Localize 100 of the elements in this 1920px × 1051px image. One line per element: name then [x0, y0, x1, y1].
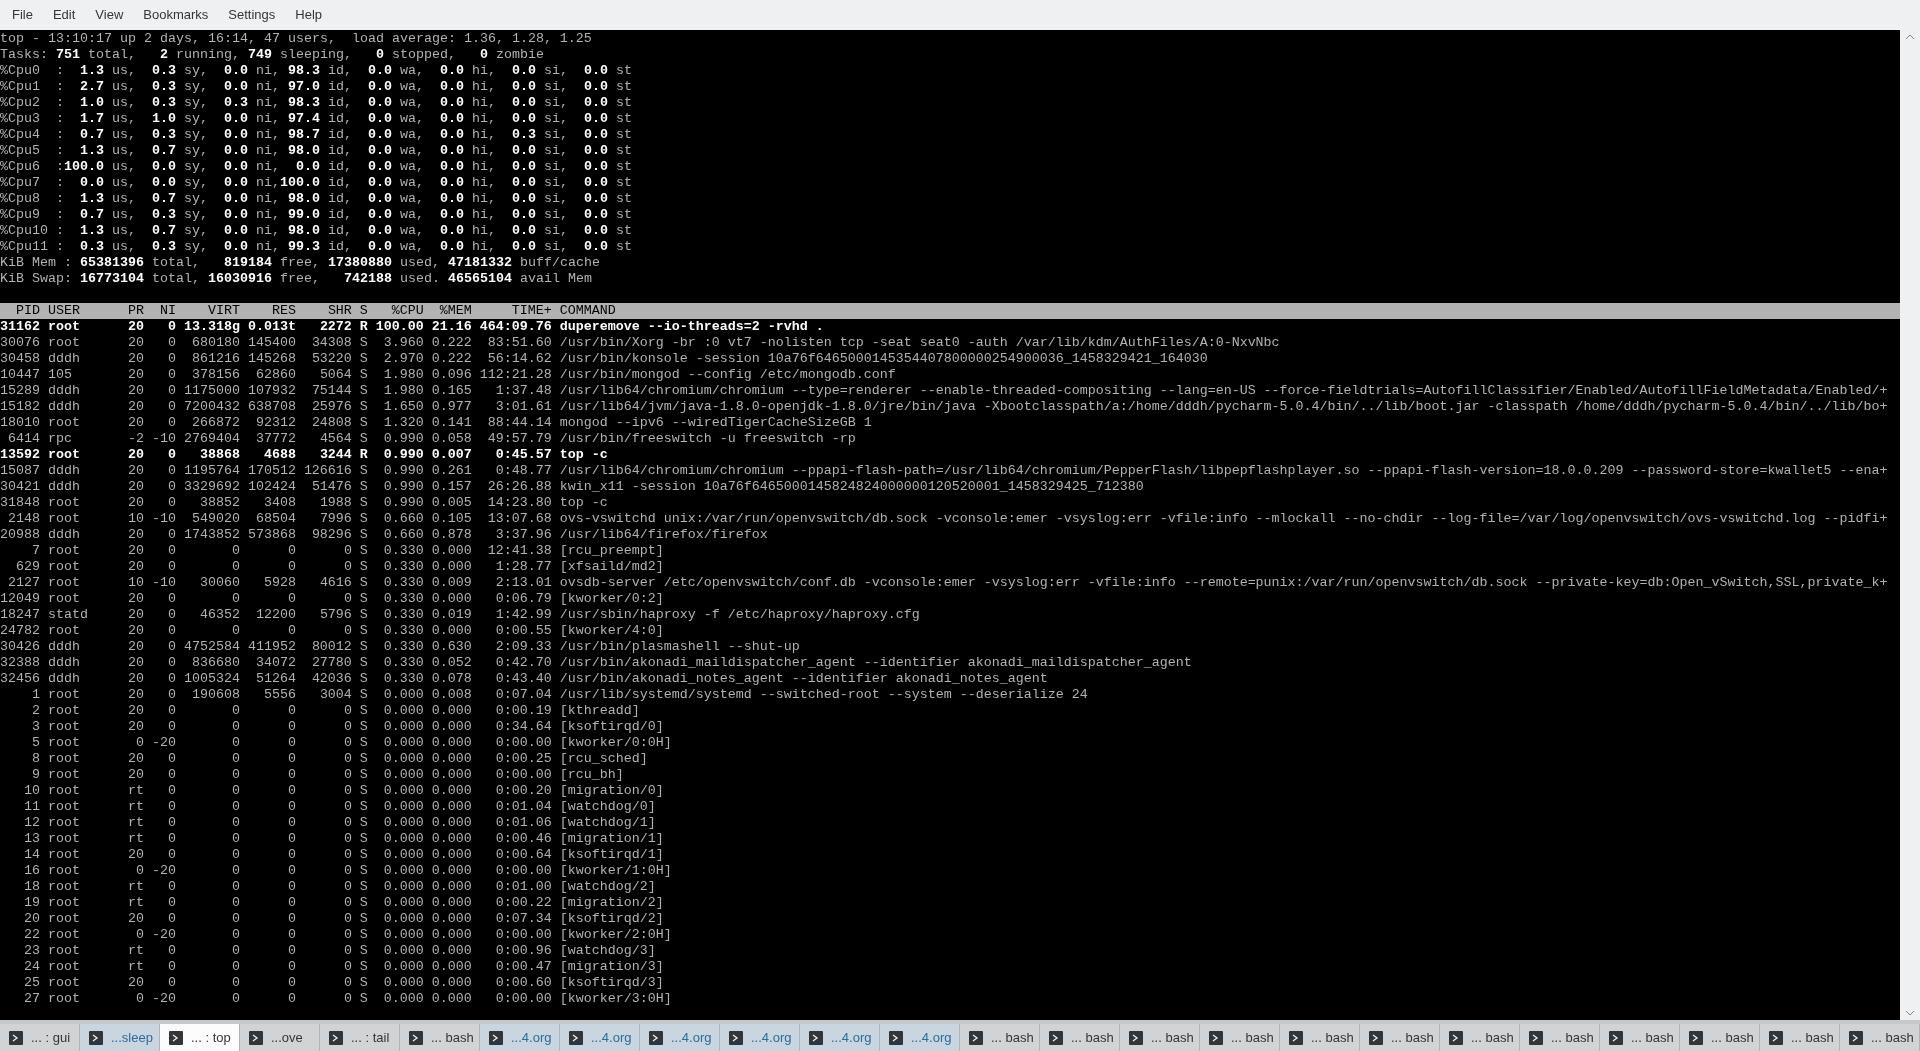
table-cell-text: 0.000 — [430, 927, 472, 943]
table-cell-text: root — [47, 415, 81, 431]
table-cell-text: 1.980 — [382, 367, 424, 383]
terminal-tab[interactable]: ... bash — [1600, 1024, 1680, 1051]
scrollbar[interactable] — [1900, 30, 1920, 1020]
table-cell: 30076 — [0, 335, 40, 351]
table-cell-text: 0.000 — [382, 911, 424, 927]
table-cell-text: 3004 — [318, 687, 352, 703]
scroll-up-icon[interactable] — [1905, 34, 1915, 40]
table-cell-text: root — [47, 927, 81, 943]
scroll-down-icon[interactable] — [1905, 1010, 1915, 1016]
terminal-tab[interactable]: ... bash — [1760, 1024, 1840, 1051]
table-cell-text: 0:00.55 — [494, 623, 552, 639]
table-cell-text: 4616 — [318, 575, 352, 591]
table-cell-text: 464:09.76 — [478, 319, 552, 335]
table-cell-text: 0 — [166, 959, 176, 975]
table-cell: /usr/bin/konsole -session 10a76f6465000145354407800000254900036_1458329421_164030 — [559, 351, 1208, 367]
table-cell-text: 56:14.62 — [486, 351, 552, 367]
summary-line: %Cpu9 : 0.7 us, 0.3 sy, 0.0 ni, 99.0 id, 0.0 wa, 0.0 hi, 0.0 si, 0.0 st — [0, 207, 632, 223]
menu-item[interactable]: Edit — [42, 5, 86, 25]
table-cell-text: root — [47, 767, 81, 783]
table-cell-text: 0.000 — [382, 783, 424, 799]
terminal-tab[interactable]: ... bash — [1120, 1024, 1200, 1051]
table-cell-text: 10 — [23, 783, 40, 799]
table-cell-text: 5796 — [318, 607, 352, 623]
table-cell-text: 0 — [166, 415, 176, 431]
table-cell-text: 38852 — [198, 495, 240, 511]
terminal-tab[interactable]: ... bash — [1680, 1024, 1760, 1051]
table-cell-text: 0.000 — [430, 847, 472, 863]
terminal-tab[interactable]: ...sleep — [80, 1024, 160, 1051]
table-cell-text: 0.330 — [382, 639, 424, 655]
table-cell-text: 0 — [166, 639, 176, 655]
table-cell-text: 0:01.04 — [494, 799, 552, 815]
table-cell-text: 27780 — [310, 655, 352, 671]
terminal-tab[interactable]: ... bash — [1520, 1024, 1600, 1051]
table-cell-text: dddh — [47, 399, 81, 415]
table-cell-text: 6414 — [7, 431, 40, 447]
terminal-tab[interactable]: ... bash — [1440, 1024, 1520, 1051]
terminal-tab[interactable]: ... bash — [1840, 1024, 1920, 1051]
table-cell-text: 0 — [342, 783, 352, 799]
terminal-tab[interactable]: ... : top — [160, 1024, 240, 1051]
table-cell-text: 7996 — [318, 511, 352, 527]
table-cell-text: -20 — [150, 735, 176, 751]
table-cell-text: R — [358, 319, 368, 335]
terminal-tab[interactable]: ...ove — [240, 1024, 320, 1051]
terminal-tab[interactable]: ... : gui — [0, 1024, 80, 1051]
terminal-tab[interactable]: ...4.org — [560, 1024, 640, 1051]
table-cell-text: 0.000 — [382, 687, 424, 703]
table-cell: top -c — [559, 447, 608, 463]
table-cell-text: 46352 — [198, 607, 240, 623]
terminal-tab[interactable]: ... bash — [1040, 1024, 1120, 1051]
table-cell: [watchdog/3] — [559, 943, 656, 959]
table-cell-text: 0 — [230, 751, 240, 767]
table-cell-text: 0.000 — [430, 591, 472, 607]
table-cell-text: 0 — [342, 735, 352, 751]
table-cell: /usr/sbin/haproxy -f /etc/haproxy/haproxy.cfg — [559, 607, 920, 623]
menu-item[interactable]: Bookmarks — [133, 5, 219, 25]
terminal-tab[interactable]: ... : tail — [320, 1024, 400, 1051]
table-cell-text: root — [47, 319, 81, 335]
table-cell-text: 107932 — [246, 383, 296, 399]
menu-item[interactable]: Help — [285, 5, 333, 25]
table-cell-text: 0 — [286, 735, 296, 751]
table-cell-text: 21.16 — [430, 319, 472, 335]
terminal-tab[interactable]: ...4.org — [640, 1024, 720, 1051]
terminal-tab[interactable]: ...4.org — [720, 1024, 800, 1051]
terminal-tab[interactable]: ... bash — [1280, 1024, 1360, 1051]
table-cell: [kworker/2:0H] — [559, 927, 672, 943]
terminal-tab[interactable]: ... bash — [400, 1024, 480, 1051]
table-cell-text: 0.330 — [382, 623, 424, 639]
terminal-tab[interactable]: ... bash — [1360, 1024, 1440, 1051]
table-cell-text: root — [47, 831, 81, 847]
table-cell-text: 0 — [230, 911, 240, 927]
table-cell: 32388 — [0, 655, 40, 671]
terminal-tab[interactable]: ...4.org — [880, 1024, 960, 1051]
table-cell-text: S — [358, 575, 368, 591]
table-cell-text: 638708 — [246, 399, 296, 415]
menu-item[interactable]: Settings — [218, 5, 286, 25]
table-cell-text: 0.000 — [382, 831, 424, 847]
table-cell: [ksoftirqd/0] — [559, 719, 664, 735]
table-cell-text: 1175000 — [182, 383, 240, 399]
terminal-tab[interactable]: ... bash — [960, 1024, 1040, 1051]
table-cell-text: 0:00.46 — [494, 831, 552, 847]
table-cell-text: 0 — [286, 543, 296, 559]
table-cell-text: 629 — [15, 559, 40, 575]
column-header: RES — [270, 303, 296, 319]
table-cell: 30421 — [0, 479, 40, 495]
table-cell-text: 0.000 — [430, 959, 472, 975]
terminal-tab[interactable]: ...4.org — [800, 1024, 880, 1051]
table-cell-text: S — [358, 687, 368, 703]
table-cell: ovsdb-server /etc/openvswitch/conf.db -vconsole:emer -vsyslog:err -vfile:info --remote=punix:/var/run/openvswitch/db.sock --private-key=db:Open_vSwitch,SSL,private_k+ — [559, 575, 1888, 591]
table-cell-text: 0.330 — [382, 559, 424, 575]
table-cell-text: root — [47, 703, 81, 719]
terminal-icon — [1849, 1030, 1863, 1045]
table-cell-text: 573868 — [246, 527, 296, 543]
table-cell: /usr/bin/Xorg -br :0 vt7 -nolisten tcp -seat seat0 -auth /var/lib/kdm/AuthFiles/A:0-NxvNbc — [559, 335, 1280, 351]
table-cell-text: 10 — [126, 511, 144, 527]
terminal-tab[interactable]: ... bash — [1200, 1024, 1280, 1051]
terminal-tab[interactable]: ...4.org — [480, 1024, 560, 1051]
menu-item[interactable]: View — [85, 5, 134, 25]
menu-item[interactable]: File — [2, 5, 43, 25]
